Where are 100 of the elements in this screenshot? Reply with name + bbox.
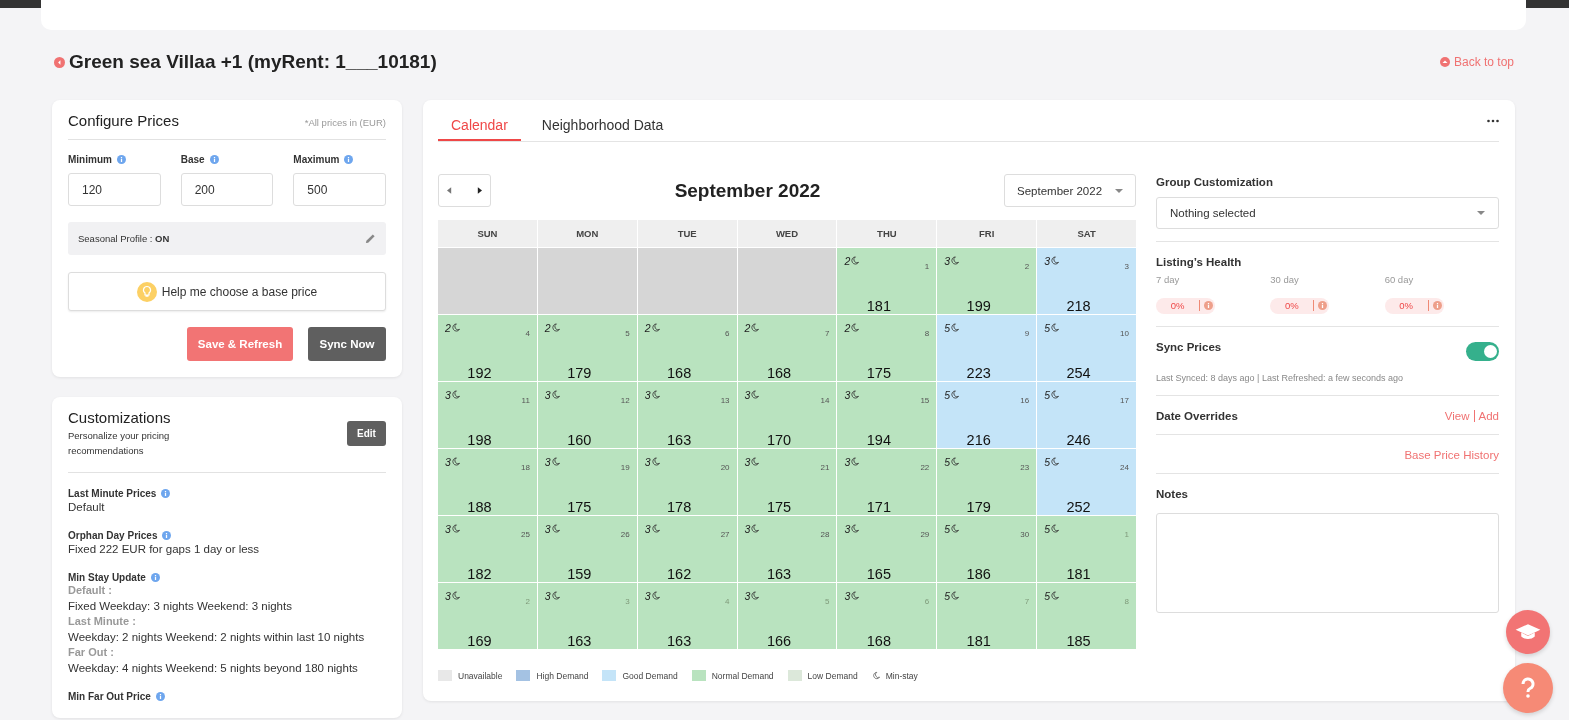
period-label: 60 day — [1384, 274, 1415, 285]
calendar-day-cell[interactable]: 3 27 162 — [637, 516, 737, 582]
info-icon[interactable] — [116, 155, 126, 164]
info-icon[interactable] — [155, 692, 165, 701]
day-number: 25 — [520, 530, 530, 539]
price-input[interactable]: 200 — [180, 173, 274, 206]
day-number: 2 — [525, 597, 530, 606]
calendar-day-cell[interactable]: 3 29 165 — [837, 516, 937, 582]
min-stay-badge: 3 — [944, 250, 960, 271]
weekday-header: WED — [737, 220, 837, 247]
calendar-day-cell[interactable]: 3 3 218 — [1037, 248, 1136, 314]
previous-icon[interactable] — [447, 187, 452, 194]
weekday-header: TUE — [637, 220, 737, 247]
card-title: Customizations — [68, 409, 172, 426]
more-options-icon[interactable] — [1487, 118, 1499, 123]
day-number: 6 — [924, 597, 930, 606]
calendar-day-cell[interactable]: 3 19 175 — [537, 449, 637, 515]
sync-now-button[interactable]: Sync Now — [308, 327, 386, 361]
min-stay-badge: 3 — [445, 518, 460, 539]
calendar-day-cell[interactable]: 2 5 179 — [537, 315, 637, 381]
help-button[interactable] — [1503, 663, 1553, 713]
calendar-day-cell[interactable]: 3 18 188 — [438, 449, 537, 515]
tab[interactable]: Calendar — [438, 100, 521, 141]
calendar-day-cell[interactable]: 3 6 168 — [837, 583, 937, 649]
price-input[interactable]: 120 — [68, 173, 161, 206]
calendar-day-cell[interactable]: 2 4 192 — [438, 315, 537, 381]
calendar-day-cell[interactable]: 3 13 163 — [637, 382, 737, 448]
calendar-day-cell[interactable]: 5 30 186 — [937, 516, 1037, 582]
min-stay-badge: 3 — [544, 585, 560, 606]
info-icon[interactable] — [162, 531, 172, 540]
min-stay-badge: 3 — [844, 451, 860, 472]
info-icon[interactable] — [161, 489, 171, 498]
notes-field[interactable] — [1156, 512, 1499, 613]
min-stay-badge: 5 — [1044, 384, 1059, 405]
calendar-day-cell[interactable]: 2 6 168 — [637, 315, 737, 381]
calendar-day-cell[interactable]: 3 11 198 — [438, 382, 537, 448]
min-stay-badge: 3 — [445, 384, 460, 405]
health-badge: 0% — [1270, 297, 1330, 314]
min-stay-badge: 3 — [644, 384, 660, 405]
calendar-day-cell[interactable]: 3 25 182 — [438, 516, 537, 582]
calendar-day-cell[interactable]: 3 5 166 — [737, 583, 837, 649]
day-price: 166 — [766, 633, 792, 649]
calendar-day-cell[interactable]: 2 1 181 — [837, 248, 937, 314]
day-number: 10 — [1120, 329, 1129, 338]
calendar-day-cell[interactable]: 3 12 160 — [537, 382, 637, 448]
info-icon[interactable] — [344, 155, 354, 164]
pencil-icon[interactable] — [365, 233, 376, 244]
setting-subheading: Default : — [68, 583, 113, 598]
calendar-day-cell[interactable]: 3 21 175 — [737, 449, 837, 515]
day-price: 181 — [1066, 566, 1091, 582]
day-price: 165 — [866, 566, 891, 582]
calendar-day-cell[interactable]: 3 2 199 — [937, 248, 1037, 314]
calendar-day-cell[interactable]: 3 3 163 — [537, 583, 637, 649]
info-icon[interactable] — [150, 573, 160, 582]
day-price: 198 — [467, 432, 492, 448]
caret-icon — [1115, 188, 1123, 193]
section-title: Notes — [1156, 487, 1189, 500]
help-choose-price-button[interactable]: Help me choose a base price — [68, 272, 386, 311]
day-price: 181 — [966, 633, 991, 649]
calendar-day-cell[interactable]: 3 2 169 — [438, 583, 537, 649]
min-stay-badge: 3 — [644, 451, 660, 472]
price-input[interactable]: 500 — [293, 173, 386, 206]
calendar-day-cell[interactable]: 5 24 252 — [1037, 449, 1136, 515]
calendar-day-cell[interactable]: 2 7 168 — [737, 315, 837, 381]
graduation-cap-button[interactable] — [1506, 610, 1550, 654]
day-number: 26 — [620, 530, 630, 539]
next-icon[interactable] — [477, 187, 482, 194]
calendar-day-cell[interactable]: 3 15 194 — [837, 382, 937, 448]
calendar-day-cell[interactable]: 3 22 171 — [837, 449, 937, 515]
section-title: Listing’s Health — [1156, 256, 1243, 268]
calendar-day-cell[interactable]: 5 23 179 — [937, 449, 1037, 515]
min-stay-badge: 2 — [644, 317, 660, 338]
setting-value: Fixed 222 EUR for gaps 1 day or less — [68, 542, 261, 557]
calendar-day-cell[interactable]: 5 17 246 — [1037, 382, 1136, 448]
calendar-day-cell[interactable]: 3 28 163 — [737, 516, 837, 582]
day-price: 179 — [567, 365, 592, 381]
calendar-day-cell[interactable]: 3 26 159 — [537, 516, 637, 582]
day-number: 29 — [920, 530, 930, 539]
moon-icon — [871, 671, 880, 680]
min-stay-badge: 2 — [744, 317, 760, 338]
day-number: 22 — [920, 463, 930, 472]
info-icon[interactable] — [209, 155, 219, 164]
calendar-day-cell[interactable]: 3 20 178 — [637, 449, 737, 515]
sync-toggle[interactable] — [1466, 341, 1499, 361]
calendar-day-cell[interactable]: 5 16 216 — [937, 382, 1037, 448]
day-price: 168 — [866, 633, 891, 649]
min-stay-badge: 5 — [944, 451, 960, 472]
day-price: 163 — [667, 633, 692, 649]
calendar-day-cell[interactable]: 2 8 175 — [837, 315, 937, 381]
calendar-day-cell[interactable]: 3 14 170 — [737, 382, 837, 448]
calendar-day-cell[interactable]: 5 9 223 — [937, 315, 1037, 381]
day-price: 168 — [667, 365, 692, 381]
calendar-day-cell[interactable]: 5 10 254 — [1037, 315, 1136, 381]
calendar-day-cell[interactable]: 5 1 181 — [1037, 516, 1136, 582]
month-select[interactable]: September 2022 — [1004, 174, 1136, 207]
field-label: Base — [180, 154, 205, 165]
tab[interactable]: Neighborhood Data — [528, 100, 677, 141]
edit-button[interactable]: Edit — [347, 421, 386, 446]
day-number: 18 — [520, 463, 530, 472]
group-select[interactable]: Nothing selected — [1156, 197, 1499, 229]
